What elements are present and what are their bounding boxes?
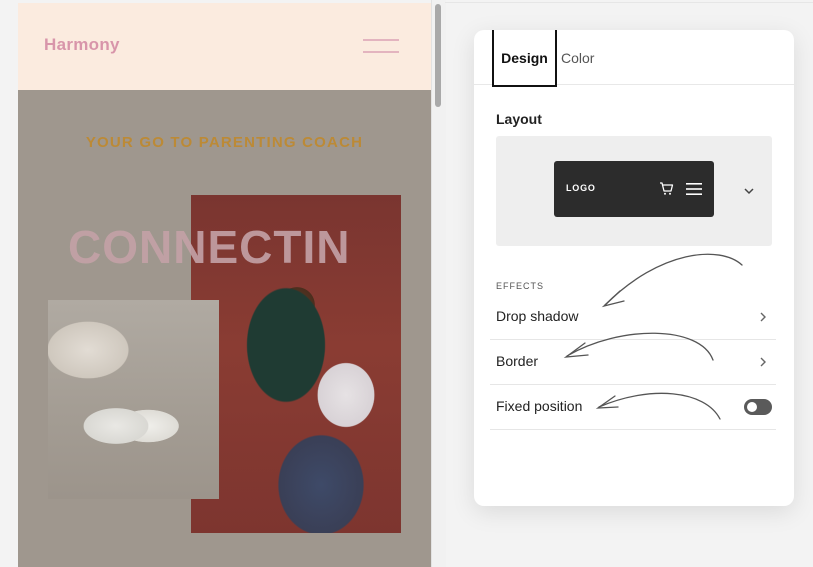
cart-icon xyxy=(660,182,674,195)
site-header: Harmony xyxy=(18,3,431,90)
layout-preview-header: LOGO xyxy=(554,161,714,217)
site-brand[interactable]: Harmony xyxy=(44,35,120,55)
chevron-down-icon[interactable] xyxy=(742,184,756,198)
effects-section-title: EFFECTS xyxy=(496,281,545,291)
hamburger-icon[interactable] xyxy=(363,37,399,55)
top-divider xyxy=(445,2,813,3)
tab-design-label: Design xyxy=(501,50,548,66)
effect-label: Fixed position xyxy=(496,398,583,414)
effect-row-border[interactable]: Border xyxy=(490,340,776,385)
tab-color[interactable]: Color xyxy=(561,50,594,66)
effect-label: Border xyxy=(496,353,539,369)
hero-photo-shoes xyxy=(48,300,219,499)
hero-heading: CONNECTIN xyxy=(68,221,351,273)
effect-row-fixed-position: Fixed position xyxy=(490,385,776,430)
layout-selector[interactable]: LOGO xyxy=(496,136,772,246)
header-settings-panel: Design Color Layout LOGO EFFECTS Drop sh… xyxy=(474,30,794,506)
site-preview: Harmony YOUR GO TO PARENTING COACH CONNE… xyxy=(18,3,431,567)
chevron-right-icon xyxy=(760,312,766,322)
effect-label: Drop shadow xyxy=(496,308,579,324)
fixed-position-toggle[interactable] xyxy=(744,399,772,415)
layout-preview-logo: LOGO xyxy=(566,183,596,193)
chevron-right-icon xyxy=(760,357,766,367)
hero-tagline: YOUR GO TO PARENTING COACH xyxy=(85,134,364,151)
tab-design[interactable]: Design xyxy=(492,30,557,87)
toggle-knob xyxy=(747,402,757,412)
menu-icon xyxy=(686,183,702,195)
layout-section-title: Layout xyxy=(496,111,542,127)
preview-scrollbar-thumb[interactable] xyxy=(435,4,441,107)
effect-row-drop-shadow[interactable]: Drop shadow xyxy=(490,295,776,340)
